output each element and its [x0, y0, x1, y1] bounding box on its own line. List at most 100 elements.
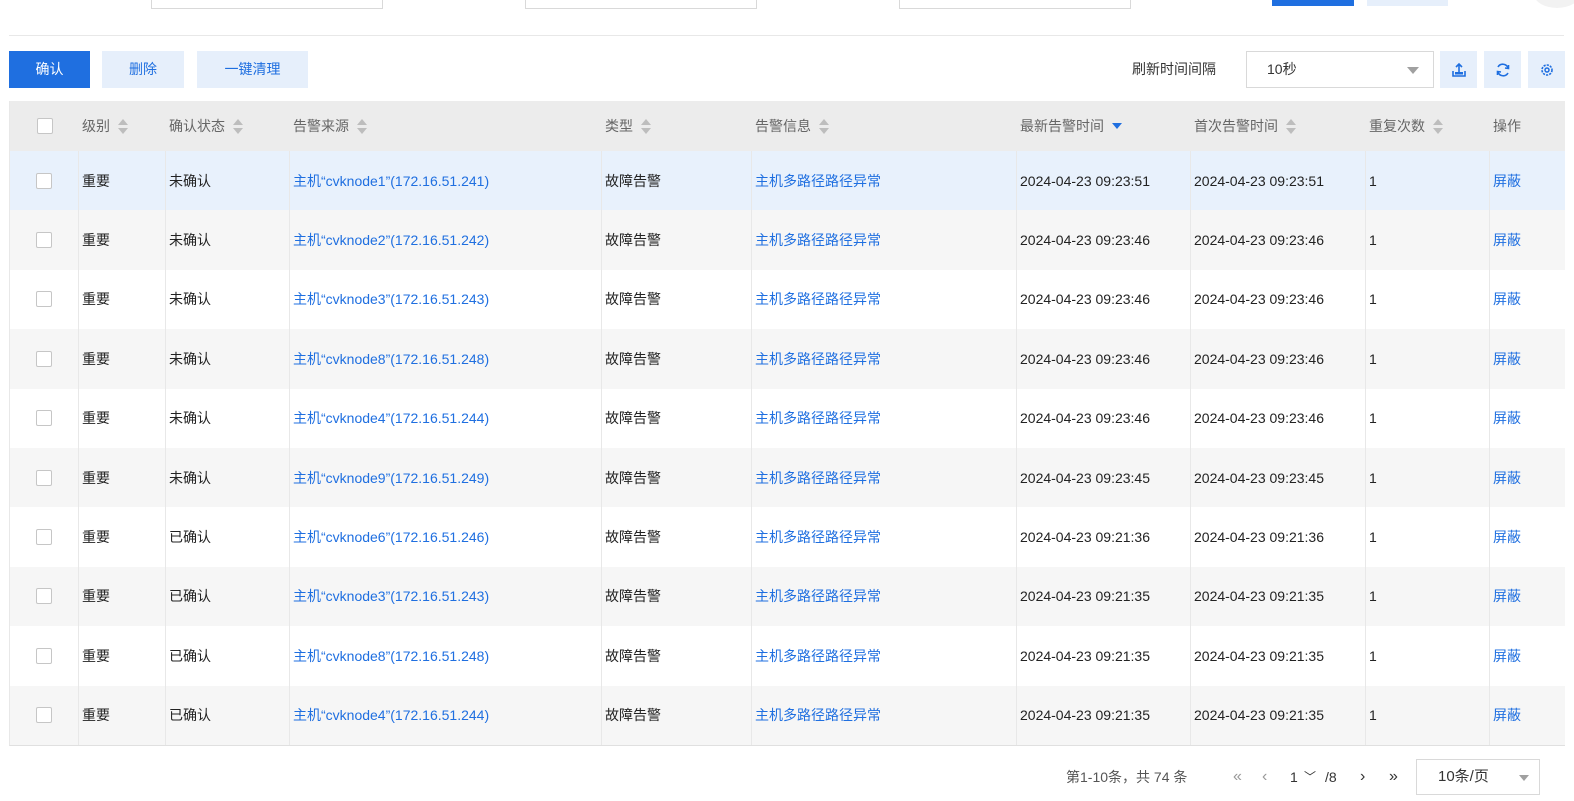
info-cell: 主机多路径路径异常	[752, 566, 1017, 627]
mask-link[interactable]: 屏蔽	[1493, 289, 1521, 309]
table-row[interactable]: 重要 已确认 主机“cvknode4”(172.16.51.244) 故障告警 主机多路…	[10, 685, 1565, 745]
table-row[interactable]: 重要 未确认 主机“cvknode2”(172.16.51.242) 故障告警 主机多路…	[10, 210, 1565, 270]
source-link[interactable]: 主机“cvknode1”(172.16.51.241)	[293, 171, 489, 191]
info-link[interactable]: 主机多路径路径异常	[755, 705, 881, 725]
status-cell: 未确认	[166, 388, 290, 448]
mask-link[interactable]: 屏蔽	[1493, 586, 1521, 606]
first-page-icon[interactable]: «	[1233, 759, 1242, 795]
mask-link[interactable]: 屏蔽	[1493, 646, 1521, 666]
first-time-cell: 2024-04-23 09:23:46	[1191, 329, 1366, 389]
row-checkbox[interactable]	[36, 410, 52, 427]
header-source[interactable]: 告警来源	[290, 101, 602, 151]
header-info[interactable]: 告警信息	[752, 101, 1017, 151]
row-checkbox[interactable]	[36, 291, 52, 308]
header-first-time[interactable]: 首次告警时间	[1191, 101, 1366, 151]
info-link[interactable]: 主机多路径路径异常	[755, 527, 881, 547]
info-link[interactable]: 主机多路径路径异常	[755, 468, 881, 488]
info-link[interactable]: 主机多路径路径异常	[755, 646, 881, 666]
source-link[interactable]: 主机“cvknode4”(172.16.51.244)	[293, 408, 489, 428]
sort-icon[interactable]	[1286, 118, 1296, 134]
latest-time-cell: 2024-04-23 09:21:35	[1017, 626, 1191, 686]
row-checkbox[interactable]	[36, 469, 52, 486]
header-status[interactable]: 确认状态	[166, 101, 290, 151]
refresh-icon	[1496, 62, 1509, 77]
info-link[interactable]: 主机多路径路径异常	[755, 171, 881, 191]
source-link[interactable]: 主机“cvknode3”(172.16.51.243)	[293, 586, 489, 606]
repeat-cell: 1	[1366, 507, 1490, 567]
type-cell: 故障告警	[602, 388, 752, 448]
status-cell: 已确认	[166, 507, 290, 567]
info-link[interactable]: 主机多路径路径异常	[755, 230, 881, 250]
info-link[interactable]: 主机多路径路径异常	[755, 586, 881, 606]
source-link[interactable]: 主机“cvknode2”(172.16.51.242)	[293, 230, 489, 250]
info-link[interactable]: 主机多路径路径异常	[755, 408, 881, 428]
sort-desc-icon[interactable]	[1112, 123, 1122, 129]
filter-input-1[interactable]	[151, 0, 383, 9]
page-dropdown-icon[interactable]: ﹀	[1304, 759, 1316, 795]
filter-input-2[interactable]	[525, 0, 757, 9]
row-checkbox[interactable]	[36, 588, 52, 605]
sort-icon[interactable]	[1433, 118, 1443, 134]
refresh-interval-select[interactable]: 10秒	[1246, 51, 1434, 88]
source-cell: 主机“cvknode8”(172.16.51.248)	[290, 329, 602, 389]
sort-icon[interactable]	[819, 118, 829, 134]
mask-link[interactable]: 屏蔽	[1493, 230, 1521, 250]
table-row[interactable]: 重要 已确认 主机“cvknode3”(172.16.51.243) 故障告警 主机多路…	[10, 566, 1565, 627]
refresh-button[interactable]	[1484, 51, 1521, 88]
reset-button[interactable]	[1367, 0, 1448, 6]
delete-button[interactable]: 删除	[102, 51, 184, 88]
sort-icon[interactable]	[357, 118, 367, 134]
header-type[interactable]: 类型	[602, 101, 752, 151]
settings-button[interactable]	[1528, 51, 1565, 88]
confirm-button[interactable]: 确认	[9, 51, 90, 88]
table-row[interactable]: 重要 未确认 主机“cvknode8”(172.16.51.248) 故障告警 主机多路…	[10, 329, 1565, 389]
next-page-icon[interactable]: ›	[1360, 759, 1365, 795]
page-size-select[interactable]: 10条/页	[1416, 759, 1540, 795]
table-row[interactable]: 重要 已确认 主机“cvknode6”(172.16.51.246) 故障告警 主机多路…	[10, 507, 1565, 567]
info-link[interactable]: 主机多路径路径异常	[755, 289, 881, 309]
row-checkbox[interactable]	[36, 172, 52, 189]
source-link[interactable]: 主机“cvknode3”(172.16.51.243)	[293, 289, 489, 309]
mask-link[interactable]: 屏蔽	[1493, 468, 1521, 488]
search-button[interactable]	[1272, 0, 1354, 6]
action-cell: 屏蔽	[1490, 151, 1565, 210]
sort-icon[interactable]	[118, 118, 128, 134]
table-row[interactable]: 重要 未确认 主机“cvknode4”(172.16.51.244) 故障告警 主机多路…	[10, 388, 1565, 448]
row-checkbox[interactable]	[36, 647, 52, 664]
header-repeat[interactable]: 重复次数	[1366, 101, 1490, 151]
source-link[interactable]: 主机“cvknode9”(172.16.51.249)	[293, 468, 489, 488]
row-checkbox[interactable]	[36, 529, 52, 546]
mask-link[interactable]: 屏蔽	[1493, 705, 1521, 725]
header-level[interactable]: 级别	[79, 101, 166, 151]
source-link[interactable]: 主机“cvknode4”(172.16.51.244)	[293, 705, 489, 725]
select-all-checkbox[interactable]	[36, 118, 53, 134]
filter-input-3[interactable]	[899, 0, 1131, 9]
repeat-cell: 1	[1366, 269, 1490, 330]
mask-link[interactable]: 屏蔽	[1493, 349, 1521, 369]
export-button[interactable]	[1440, 51, 1477, 88]
prev-page-icon[interactable]: ‹	[1262, 759, 1267, 795]
level-cell: 重要	[79, 151, 166, 211]
table-row[interactable]: 重要 已确认 主机“cvknode8”(172.16.51.248) 故障告警 主机多路…	[10, 626, 1565, 686]
source-link[interactable]: 主机“cvknode8”(172.16.51.248)	[293, 349, 489, 369]
source-link[interactable]: 主机“cvknode8”(172.16.51.248)	[293, 646, 489, 666]
sort-icon[interactable]	[233, 118, 243, 134]
mask-link[interactable]: 屏蔽	[1493, 171, 1521, 191]
clear-all-button[interactable]: 一键清理	[197, 51, 308, 88]
last-page-icon[interactable]: »	[1389, 759, 1398, 795]
sort-icon[interactable]	[641, 118, 651, 134]
row-checkbox[interactable]	[36, 707, 52, 724]
table-row[interactable]: 重要 未确认 主机“cvknode1”(172.16.51.241) 故障告警 主机多路…	[10, 151, 1565, 211]
mask-link[interactable]: 屏蔽	[1493, 408, 1521, 428]
table-row[interactable]: 重要 未确认 主机“cvknode9”(172.16.51.249) 故障告警 主机多路…	[10, 447, 1565, 508]
header-latest-time[interactable]: 最新告警时间	[1017, 101, 1191, 151]
mask-link[interactable]: 屏蔽	[1493, 527, 1521, 547]
header-label: 告警来源	[293, 118, 349, 134]
info-link[interactable]: 主机多路径路径异常	[755, 349, 881, 369]
row-checkbox[interactable]	[36, 232, 52, 249]
status-cell: 已确认	[166, 626, 290, 686]
source-link[interactable]: 主机“cvknode6”(172.16.51.246)	[293, 527, 489, 547]
table-row[interactable]: 重要 未确认 主机“cvknode3”(172.16.51.243) 故障告警 主机多路…	[10, 269, 1565, 330]
row-checkbox[interactable]	[36, 350, 52, 367]
current-page[interactable]: 1	[1290, 759, 1298, 795]
